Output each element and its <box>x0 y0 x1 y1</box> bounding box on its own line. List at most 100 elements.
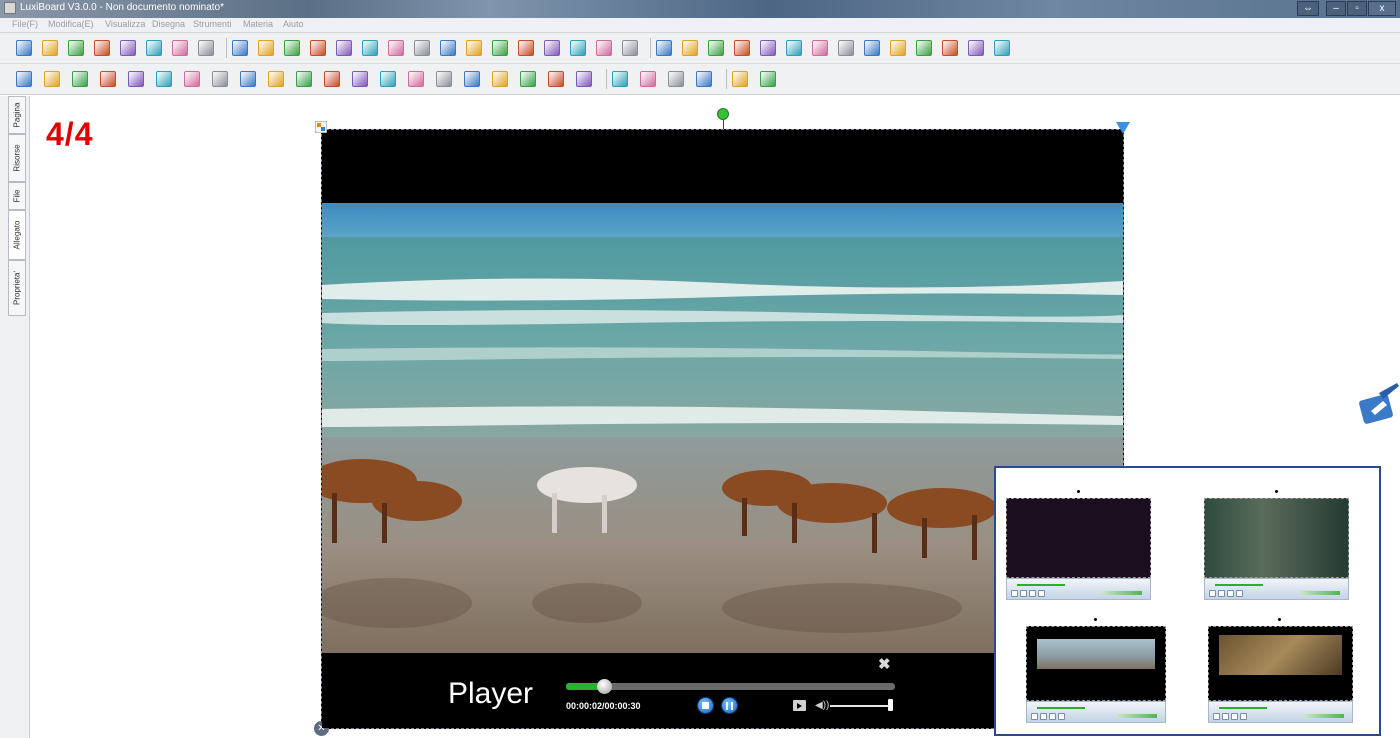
rotation-handle[interactable] <box>717 108 729 120</box>
zoom-out-icon[interactable] <box>466 40 482 56</box>
connector-icon[interactable] <box>640 71 656 87</box>
volume-icon[interactable]: ◀)) <box>815 700 829 711</box>
send-to-back-icon[interactable] <box>596 40 612 56</box>
menu-visualizza[interactable]: Visualizza <box>105 19 145 29</box>
restore-size-button[interactable]: ⇔ <box>1297 1 1319 16</box>
object-menu-icon[interactable] <box>315 121 327 133</box>
volume-thumb[interactable] <box>888 699 893 711</box>
stop-button[interactable] <box>697 697 714 714</box>
paste-special-icon[interactable] <box>362 40 378 56</box>
table-icon[interactable] <box>296 71 312 87</box>
close-window-button[interactable]: x <box>1368 1 1396 16</box>
bar-graph-icon[interactable] <box>732 71 748 87</box>
paste-icon[interactable] <box>336 40 352 56</box>
pen-tool-icon[interactable] <box>520 71 536 87</box>
sqrt-formula-icon[interactable] <box>576 71 592 87</box>
fullscreen-icon[interactable] <box>793 700 806 711</box>
clock-icon[interactable] <box>838 40 854 56</box>
menu-modifica[interactable]: Modifica(E) <box>48 19 94 29</box>
protractor-icon[interactable] <box>436 71 452 87</box>
highlighter-icon[interactable] <box>212 71 228 87</box>
pencil-icon[interactable] <box>44 71 60 87</box>
ruler-icon[interactable] <box>492 71 508 87</box>
select-arrow-icon[interactable] <box>16 71 32 87</box>
resize-handle-icon[interactable] <box>1116 122 1130 134</box>
magnifier-tool-icon[interactable] <box>786 40 802 56</box>
pen-icon[interactable] <box>184 71 200 87</box>
copy-icon[interactable] <box>310 40 326 56</box>
align-icon[interactable] <box>696 71 712 87</box>
share-icon[interactable] <box>198 40 214 56</box>
dice-icon[interactable] <box>864 40 880 56</box>
keyboard-icon[interactable] <box>942 40 958 56</box>
seek-progress <box>566 683 599 690</box>
set-square-icon[interactable] <box>408 71 424 87</box>
line-icon[interactable] <box>72 71 88 87</box>
email-icon[interactable] <box>172 40 188 56</box>
toolbar-separator <box>726 69 727 89</box>
calligraphy-pen-icon[interactable] <box>156 71 172 87</box>
shapes-icon[interactable] <box>352 71 368 87</box>
triangle-ruler-icon[interactable] <box>380 71 396 87</box>
curtain-icon[interactable] <box>656 40 672 56</box>
video-thumbnail <box>1006 490 1151 600</box>
menu-materia[interactable]: Materia <box>243 19 273 29</box>
seek-bar[interactable] <box>566 683 895 690</box>
chart-icon[interactable] <box>612 71 628 87</box>
compass-icon[interactable] <box>464 71 480 87</box>
maximize-button[interactable]: ▫ <box>1347 1 1367 16</box>
video-thumbnail <box>1026 618 1166 723</box>
new-page-icon[interactable] <box>16 40 32 56</box>
stopwatch-icon[interactable] <box>812 40 828 56</box>
tab-risorse[interactable]: Risorse <box>8 134 26 182</box>
spotlight-icon[interactable] <box>682 40 698 56</box>
cut-icon[interactable] <box>284 40 300 56</box>
globe-icon[interactable] <box>916 40 932 56</box>
calculator-icon[interactable] <box>890 40 906 56</box>
menu-disegna[interactable]: Disegna <box>152 19 185 29</box>
marker-icon[interactable] <box>128 71 144 87</box>
save-icon[interactable] <box>120 40 136 56</box>
close-player-icon[interactable]: ✖ <box>878 655 891 673</box>
send-backward-icon[interactable] <box>544 40 560 56</box>
pen-highlight-icon[interactable] <box>734 40 750 56</box>
tab-allegato[interactable]: Allegato <box>8 210 26 260</box>
pause-button[interactable] <box>721 697 738 714</box>
export-icon[interactable] <box>68 40 84 56</box>
screen-capture-icon[interactable] <box>622 40 638 56</box>
minimize-button[interactable]: – <box>1326 1 1346 16</box>
floating-pen-icon[interactable] <box>1357 383 1400 428</box>
bring-forward-icon[interactable] <box>518 40 534 56</box>
rectangle-icon[interactable] <box>324 71 340 87</box>
seek-thumb[interactable] <box>597 679 612 694</box>
redo-icon[interactable] <box>258 40 274 56</box>
volume-slider[interactable] <box>830 705 892 707</box>
plus-axis-icon[interactable] <box>548 71 564 87</box>
save-as-icon[interactable] <box>146 40 162 56</box>
handwriting-icon[interactable] <box>994 40 1010 56</box>
group-icon[interactable] <box>440 40 456 56</box>
menu-strumenti[interactable]: Strumenti <box>193 19 232 29</box>
text-box-icon[interactable] <box>668 71 684 87</box>
tab-proprieta[interactable]: Proprieta' <box>8 260 26 316</box>
zoom-in-icon[interactable] <box>492 40 508 56</box>
import-icon[interactable] <box>42 40 58 56</box>
drawing-toolbar <box>0 64 1400 95</box>
menu-file[interactable]: File(F) <box>12 19 38 29</box>
camera-icon[interactable] <box>708 40 724 56</box>
clone-icon[interactable] <box>414 40 430 56</box>
tab-file[interactable]: File <box>8 182 26 210</box>
menu-aiuto[interactable]: Aiuto <box>283 19 304 29</box>
fill-bucket-icon[interactable] <box>268 71 284 87</box>
open-folder-icon[interactable] <box>94 40 110 56</box>
axis-icon[interactable] <box>760 71 776 87</box>
delete-icon[interactable] <box>388 40 404 56</box>
tab-pagina[interactable]: Pagina <box>8 96 26 134</box>
undo-icon[interactable] <box>232 40 248 56</box>
brush-icon[interactable] <box>100 71 116 87</box>
lasso-icon[interactable] <box>240 71 256 87</box>
title-bar: LuxiBoard V3.0.0 - Non documento nominat… <box>0 0 1400 18</box>
screen-record-icon[interactable] <box>760 40 776 56</box>
pointer-hand-icon[interactable] <box>968 40 984 56</box>
bring-to-front-icon[interactable] <box>570 40 586 56</box>
